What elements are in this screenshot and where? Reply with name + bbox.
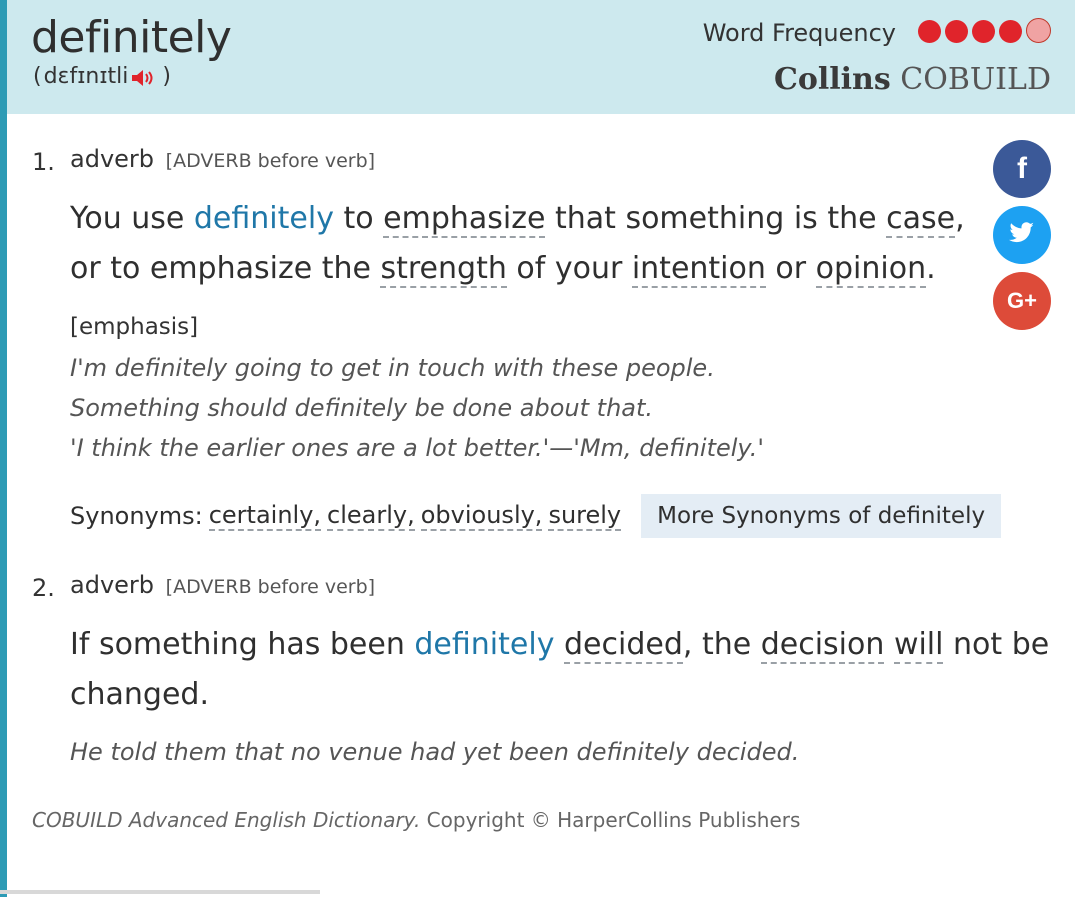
def-link-decided[interactable]: decided	[564, 627, 683, 664]
def-headword: definitely	[414, 627, 555, 662]
example-sentence: He told them that no venue had yet been …	[70, 738, 800, 766]
frequency-dot-filled	[918, 20, 941, 43]
synonym-link[interactable]: surely	[548, 501, 622, 531]
def-link-will[interactable]: will	[893, 627, 944, 664]
entry-header: definitely ( dɛfɪnɪtli ) Word Frequency …	[7, 0, 1075, 114]
twitter-share-button[interactable]	[993, 206, 1051, 264]
speaker-icon[interactable]	[130, 68, 156, 86]
twitter-icon	[1009, 222, 1035, 248]
part-of-speech: adverb [ADVERB before verb]	[70, 145, 375, 173]
more-synonyms-button[interactable]: More Synonyms of definitely	[641, 494, 1002, 538]
grammar-note: [ADVERB before verb]	[165, 576, 376, 598]
pronunciation-open: (	[33, 64, 42, 89]
def-text: , the	[682, 627, 761, 662]
facebook-icon: f	[1017, 152, 1027, 185]
collins-cobuild-logo: Collins COBUILD	[774, 62, 1051, 97]
def-link-decision[interactable]: decision	[760, 627, 885, 664]
example-sentence: Something should definitely be done abou…	[70, 394, 654, 422]
synonyms-label: Synonyms:	[70, 502, 203, 530]
bottom-divider	[0, 890, 320, 894]
def-text: If something has been	[70, 627, 415, 662]
footer-copyright: Copyright © HarperCollins Publishers	[420, 808, 801, 832]
pronunciation: ( dɛfɪnɪtli )	[31, 64, 173, 89]
part-of-speech: adverb [ADVERB before verb]	[70, 571, 375, 599]
word-frequency-label: Word Frequency	[702, 18, 896, 47]
frequency-dot-filled	[945, 20, 968, 43]
def-text: You use	[70, 201, 194, 236]
def-link-case[interactable]: case	[886, 201, 956, 238]
def-text: to	[333, 201, 384, 236]
sense-number: 1.	[32, 148, 55, 176]
def-text: ,	[955, 201, 965, 236]
google-plus-share-button[interactable]: G+	[993, 272, 1051, 330]
frequency-dot-filled	[972, 20, 995, 43]
synonym-link[interactable]: certainly,	[208, 501, 322, 531]
def-text: changed.	[70, 677, 209, 712]
synonym-link[interactable]: clearly,	[327, 501, 415, 531]
def-text: or	[765, 251, 816, 286]
word-frequency: Word Frequency	[703, 18, 1051, 47]
brand-collins: Collins	[773, 62, 891, 97]
def-text: not be	[943, 627, 1050, 662]
dictionary-entry-page: definitely ( dɛfɪnɪtli ) Word Frequency …	[0, 0, 1080, 897]
usage-label: [emphasis]	[70, 314, 199, 340]
def-text	[884, 627, 894, 662]
sense-number: 2.	[32, 574, 55, 602]
def-link-strength[interactable]: strength	[380, 251, 507, 288]
def-text: that something is the	[545, 201, 887, 236]
def-text: or to emphasize the	[70, 251, 381, 286]
def-link-emphasize[interactable]: emphasize	[383, 201, 546, 238]
copyright-footer: COBUILD Advanced English Dictionary. Cop…	[32, 808, 800, 832]
frequency-dots	[914, 18, 1051, 47]
grammar-note: [ADVERB before verb]	[165, 150, 376, 172]
def-headword: definitely	[193, 201, 334, 236]
pronunciation-text: dɛfɪnɪtli	[43, 64, 129, 89]
frequency-dot-empty	[1026, 18, 1051, 43]
definition: If something has been definitely decided…	[70, 620, 1070, 720]
headword: definitely	[31, 12, 232, 63]
pronunciation-close: )	[162, 64, 171, 89]
pos-word: adverb	[70, 571, 155, 599]
example-sentence: I'm definitely going to get in touch wit…	[70, 354, 715, 382]
pos-word: adverb	[70, 145, 155, 173]
def-text: .	[926, 251, 936, 286]
def-text: of your	[506, 251, 632, 286]
google-plus-icon: G+	[1007, 288, 1037, 313]
frequency-dot-filled	[999, 20, 1022, 43]
left-accent-rule	[0, 0, 7, 897]
definition: You use definitely to emphasize that som…	[70, 194, 970, 294]
def-link-opinion[interactable]: opinion	[815, 251, 927, 288]
def-link-intention[interactable]: intention	[631, 251, 766, 288]
facebook-share-button[interactable]: f	[993, 140, 1051, 198]
synonyms-row: Synonyms: certainly, clearly, obviously,…	[70, 494, 1002, 538]
def-text	[554, 627, 564, 662]
brand-cobuild: COBUILD	[900, 62, 1051, 97]
example-sentence: 'I think the earlier ones are a lot bett…	[70, 434, 764, 462]
synonym-link[interactable]: obviously,	[420, 501, 543, 531]
footer-source: COBUILD Advanced English Dictionary.	[32, 808, 421, 832]
